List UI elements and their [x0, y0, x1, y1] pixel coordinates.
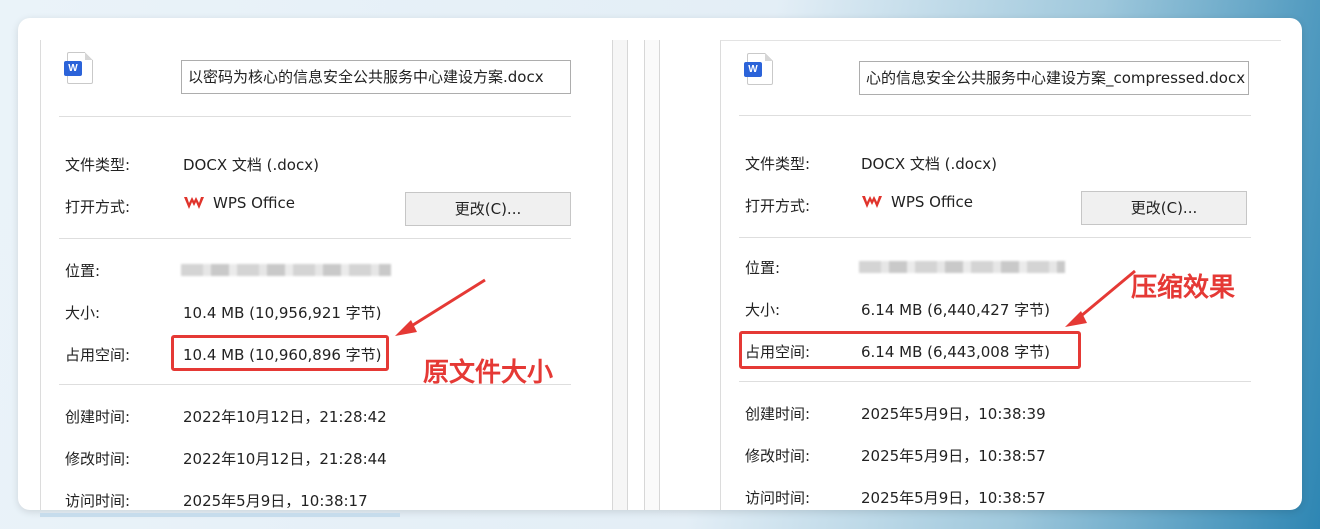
annotation-arrow — [1065, 269, 1136, 327]
modified-label: 修改时间: — [65, 450, 131, 468]
original-file-properties-panel: W 以密码为核心的信息安全公共服务中心建设方案.docx 文件类型: DOCX … — [40, 40, 601, 510]
decorative-strip — [40, 513, 400, 517]
modified-value: 2025年5月9日，10:38:57 — [861, 447, 1046, 465]
divider — [739, 381, 1251, 382]
window-edge — [612, 40, 628, 510]
filename-field[interactable]: 心的信息安全公共服务中心建设方案_compressed.docx — [859, 61, 1249, 95]
divider — [59, 238, 571, 239]
created-label: 创建时间: — [65, 408, 131, 426]
compression-result-annotation: 压缩效果 — [1131, 273, 1236, 303]
divider — [59, 116, 571, 117]
highlight-box — [739, 331, 1081, 369]
filename-field[interactable]: 以密码为核心的信息安全公共服务中心建设方案.docx — [181, 60, 571, 94]
size-label: 大小: — [745, 301, 781, 319]
word-document-icon: W — [744, 53, 773, 85]
word-document-icon: W — [64, 52, 93, 84]
screenshot-card: W 以密码为核心的信息安全公共服务中心建设方案.docx 文件类型: DOCX … — [18, 18, 1302, 510]
created-label: 创建时间: — [745, 405, 811, 423]
disk-size-label: 占用空间: — [65, 346, 131, 364]
created-value: 2025年5月9日，10:38:39 — [861, 405, 1046, 423]
open-with-label: 打开方式: — [65, 198, 131, 216]
original-size-annotation: 原文件大小 — [423, 358, 554, 388]
size-label: 大小: — [65, 304, 101, 322]
change-button[interactable]: 更改(C)... — [1081, 191, 1247, 225]
blurred-location — [859, 261, 1065, 273]
window-gap — [594, 40, 712, 510]
blurred-location — [181, 264, 391, 276]
open-with-app: WPS Office — [183, 194, 295, 212]
divider — [739, 115, 1251, 116]
file-type-label: 文件类型: — [65, 156, 131, 174]
highlight-box — [171, 335, 389, 371]
open-with-value: WPS Office — [891, 193, 973, 211]
open-with-app: WPS Office — [861, 193, 973, 211]
location-label: 位置: — [745, 259, 781, 277]
size-value: 6.14 MB (6,440,427 字节) — [861, 301, 1050, 319]
file-type-value: DOCX 文档 (.docx) — [183, 156, 319, 174]
created-value: 2022年10月12日，21:28:42 — [183, 408, 387, 426]
location-label: 位置: — [65, 262, 101, 280]
accessed-value: 2025年5月9日，10:38:17 — [183, 492, 368, 510]
window-edge — [644, 40, 660, 510]
change-button[interactable]: 更改(C)... — [405, 192, 571, 226]
accessed-label: 访问时间: — [65, 492, 131, 510]
annotation-arrow — [395, 278, 486, 336]
open-with-label: 打开方式: — [745, 197, 811, 215]
wps-logo-icon — [184, 197, 204, 209]
accessed-label: 访问时间: — [745, 489, 811, 507]
modified-label: 修改时间: — [745, 447, 811, 465]
file-type-value: DOCX 文档 (.docx) — [861, 155, 997, 173]
file-type-label: 文件类型: — [745, 155, 811, 173]
divider — [739, 237, 1251, 238]
open-with-value: WPS Office — [213, 194, 295, 212]
wps-logo-icon — [862, 196, 882, 208]
modified-value: 2022年10月12日，21:28:44 — [183, 450, 387, 468]
size-value: 10.4 MB (10,956,921 字节) — [183, 304, 382, 322]
accessed-value: 2025年5月9日，10:38:57 — [861, 489, 1046, 507]
compressed-file-properties-panel: W 心的信息安全公共服务中心建设方案_compressed.docx 文件类型:… — [720, 40, 1281, 510]
